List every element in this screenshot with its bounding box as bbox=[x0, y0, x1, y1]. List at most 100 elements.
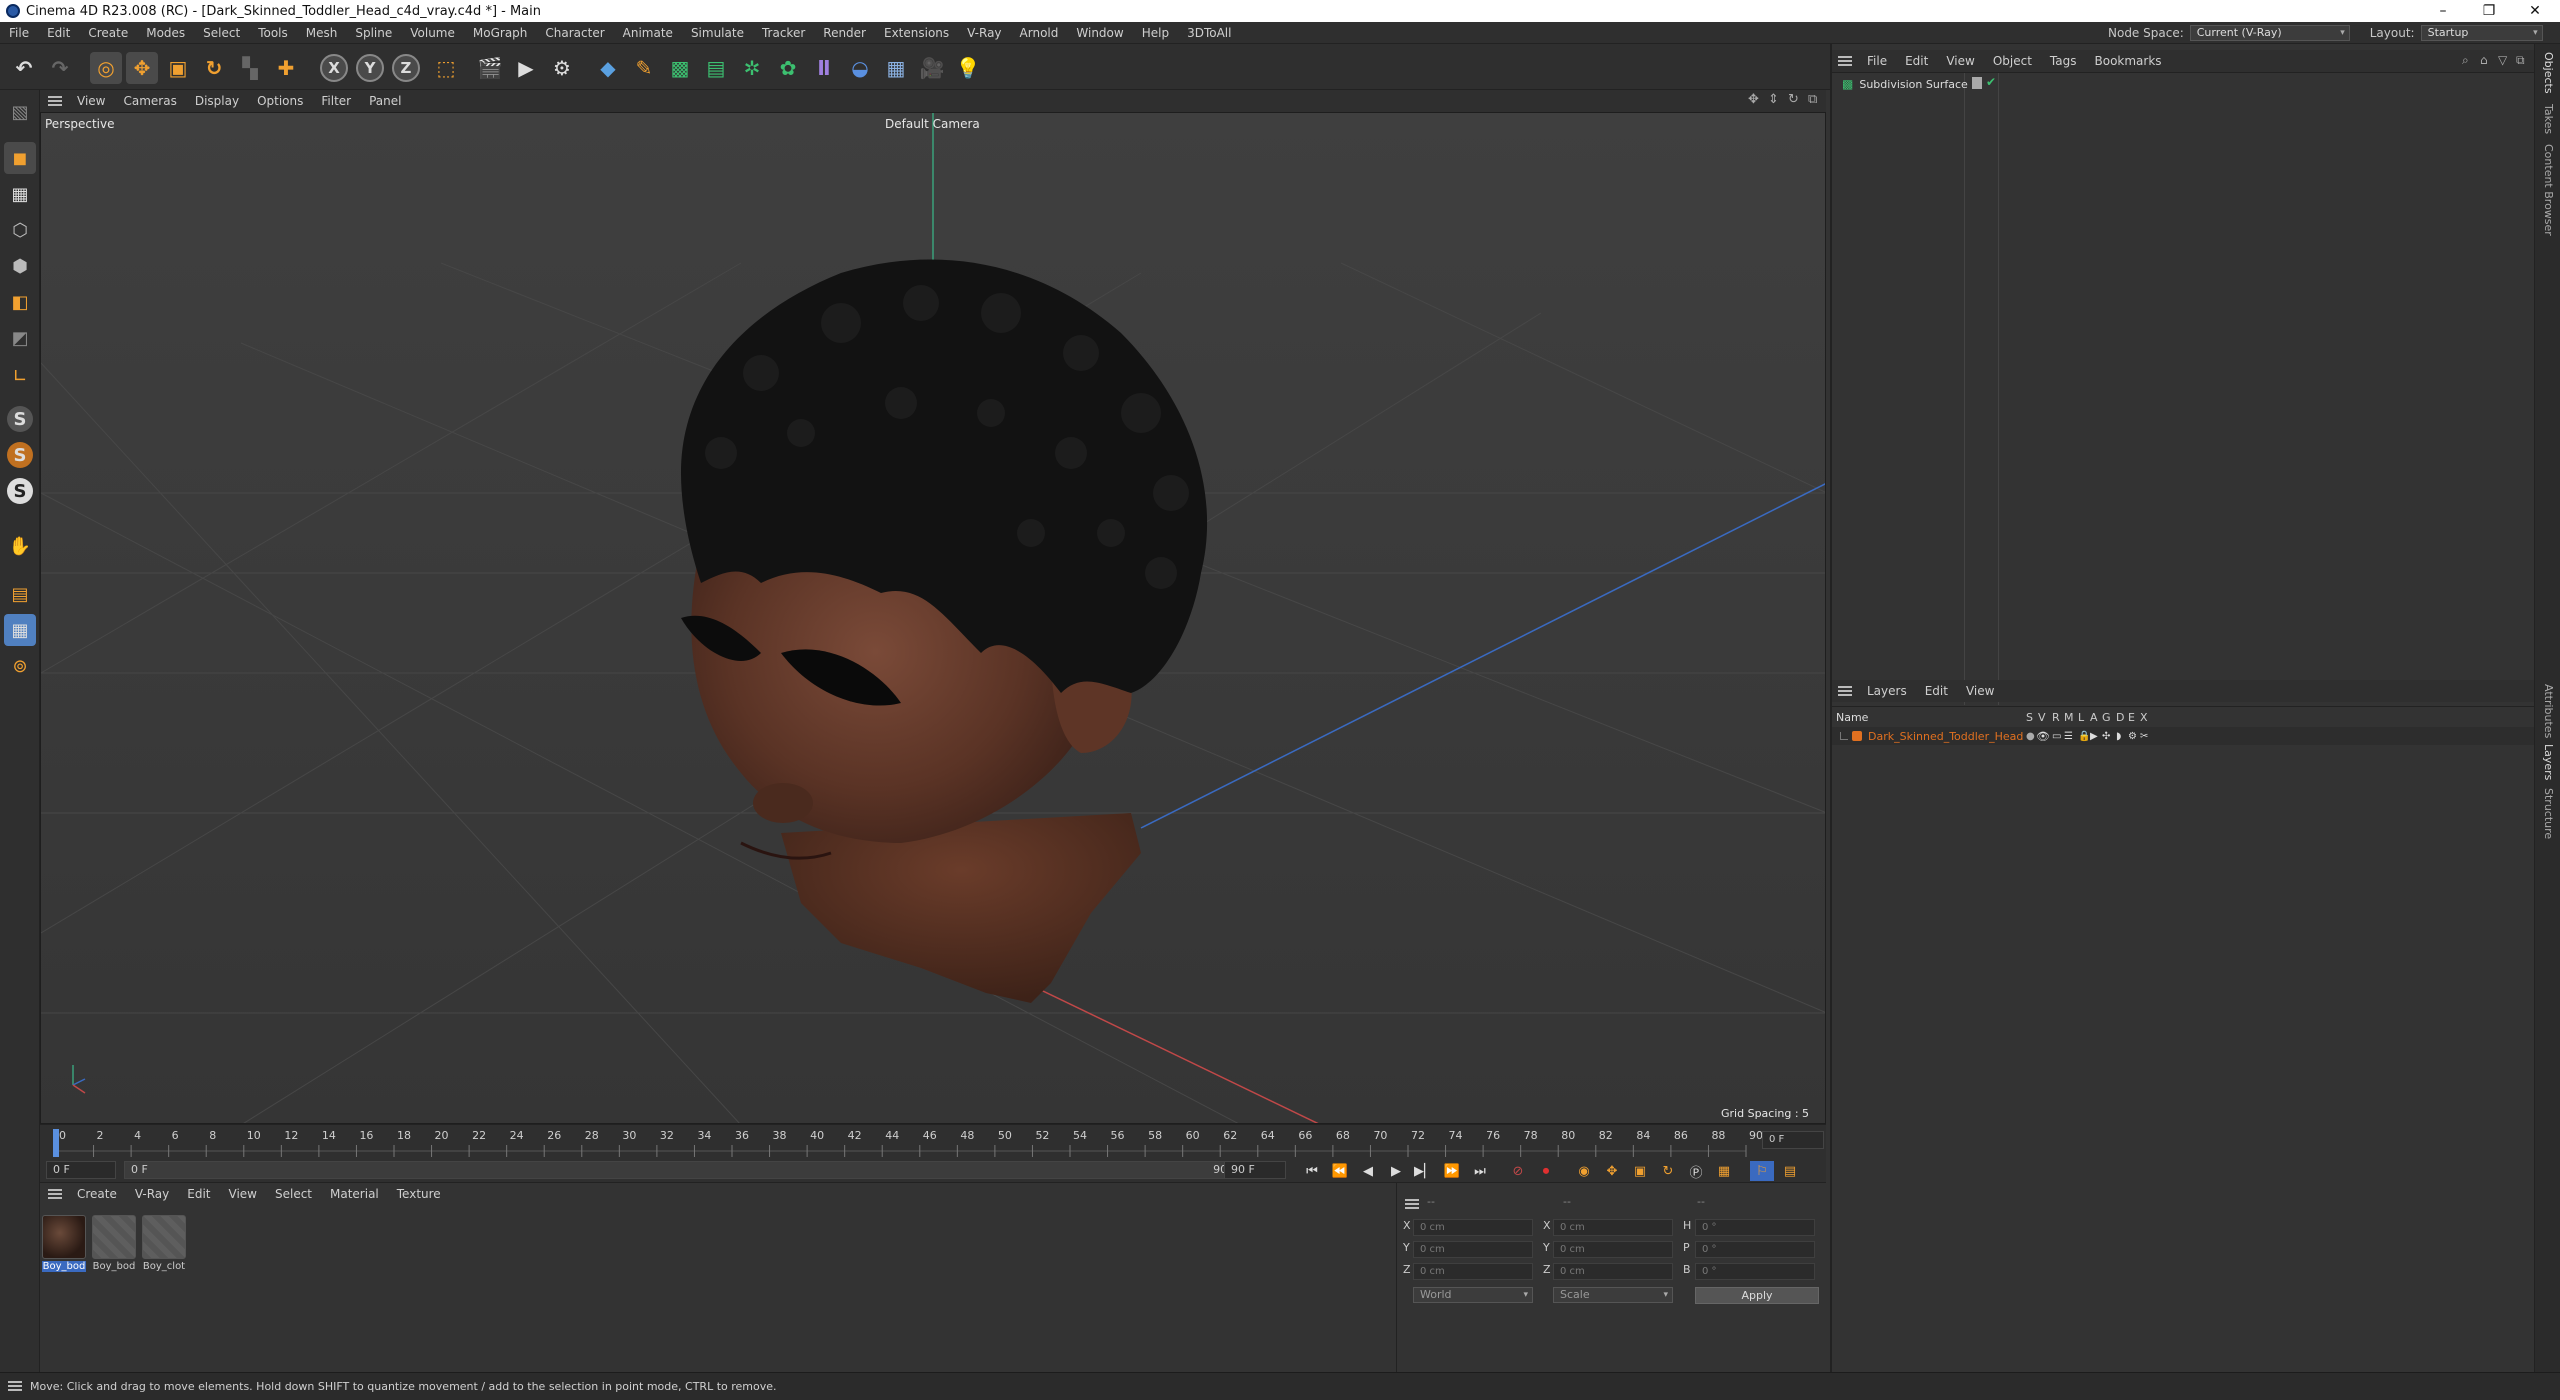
menu-help[interactable]: Help bbox=[1133, 26, 1178, 40]
menu-modes[interactable]: Modes bbox=[137, 26, 194, 40]
record-active-objects-icon[interactable]: ⊘ bbox=[1506, 1161, 1530, 1181]
tab-attributes[interactable]: Attributes bbox=[2542, 684, 2555, 738]
menu-extensions[interactable]: Extensions bbox=[875, 26, 958, 40]
maximize-button[interactable]: ❐ bbox=[2466, 0, 2512, 22]
new-window-icon[interactable]: ⧉ bbox=[2516, 53, 2525, 68]
lock-icon[interactable]: 🔒 bbox=[2078, 731, 2090, 742]
rot-h-field[interactable]: 0 ° bbox=[1695, 1219, 1815, 1236]
previous-key-icon[interactable]: ⏪ bbox=[1328, 1161, 1352, 1181]
objects-menu-icon[interactable] bbox=[1838, 56, 1852, 66]
add-tool-icon[interactable]: ✚ bbox=[270, 52, 302, 84]
axis-z-lock-button[interactable]: Z bbox=[392, 54, 420, 82]
objects-menu-file[interactable]: File bbox=[1858, 54, 1896, 68]
material-swatch[interactable]: Boy_clot bbox=[142, 1215, 186, 1275]
extrude-generator-icon[interactable]: ▤ bbox=[700, 52, 732, 84]
menu-mesh[interactable]: Mesh bbox=[297, 26, 347, 40]
axis-x-lock-button[interactable]: X bbox=[320, 54, 348, 82]
pos-x-field[interactable]: 0 cm bbox=[1413, 1219, 1533, 1236]
texture-mode-icon[interactable]: ▦ bbox=[4, 178, 36, 210]
size-mode-dropdown[interactable]: Scale ▾ bbox=[1553, 1287, 1673, 1303]
axis-mode-icon[interactable]: ∟ bbox=[4, 360, 36, 392]
tab-content-browser[interactable]: Content Browser bbox=[2542, 144, 2555, 236]
render-region-icon[interactable]: 🎬 bbox=[474, 52, 506, 84]
field-icon[interactable]: ◒ bbox=[844, 52, 876, 84]
material-menu-material[interactable]: Material bbox=[321, 1187, 388, 1201]
make-editable-icon[interactable]: ▧ bbox=[4, 96, 36, 128]
material-menu-create[interactable]: Create bbox=[68, 1187, 126, 1201]
key-position-icon[interactable]: ✥ bbox=[1600, 1161, 1624, 1181]
material-menu-edit[interactable]: Edit bbox=[178, 1187, 219, 1201]
coordinate-space-dropdown[interactable]: World ▾ bbox=[1413, 1287, 1533, 1303]
material-swatch[interactable]: Boy_bod bbox=[42, 1215, 86, 1275]
undo-icon[interactable]: ↶ bbox=[8, 52, 40, 84]
layers-menu-view[interactable]: View bbox=[1957, 684, 2003, 698]
render-settings-icon[interactable]: ⚙ bbox=[546, 52, 578, 84]
fracture-icon[interactable]: ✿ bbox=[772, 52, 804, 84]
material-menu-select[interactable]: Select bbox=[266, 1187, 321, 1201]
3d-viewport[interactable]: Perspective Default Camera Grid Spacing … bbox=[40, 112, 1826, 1124]
viewport-zoom-icon[interactable]: ⇕ bbox=[1768, 92, 1779, 107]
viewport-rotate-icon[interactable]: ↻ bbox=[1788, 92, 1799, 107]
flag-generators-header[interactable]: G bbox=[2102, 711, 2111, 724]
move-tool-icon[interactable]: ✥ bbox=[126, 52, 158, 84]
material-menu-texture[interactable]: Texture bbox=[388, 1187, 450, 1201]
viewport-menu-cameras[interactable]: Cameras bbox=[114, 94, 185, 108]
cube-object-icon[interactable]: ◆ bbox=[592, 52, 624, 84]
objects-menu-object[interactable]: Object bbox=[1984, 54, 2041, 68]
locked-workplane-icon[interactable]: ▦ bbox=[4, 614, 36, 646]
view-eye-icon[interactable]: 👁 bbox=[2036, 730, 2050, 743]
viewport-menu-filter[interactable]: Filter bbox=[312, 94, 360, 108]
key-parameter-icon[interactable]: Ⓟ bbox=[1684, 1161, 1708, 1181]
menu-select[interactable]: Select bbox=[194, 26, 249, 40]
pen-spline-icon[interactable]: ✎ bbox=[628, 52, 660, 84]
key-rotation-icon[interactable]: ↻ bbox=[1656, 1161, 1680, 1181]
viewport-menu-view[interactable]: View bbox=[68, 94, 114, 108]
next-frame-icon[interactable]: ▶▏ bbox=[1412, 1161, 1436, 1181]
object-list[interactable]: ▩ Subdivision Surface ✔ bbox=[1832, 72, 2534, 705]
xref-icon[interactable]: ✂ bbox=[2140, 731, 2148, 742]
apply-button[interactable]: Apply bbox=[1695, 1287, 1819, 1304]
rot-b-field[interactable]: 0 ° bbox=[1695, 1263, 1815, 1280]
menu-mograph[interactable]: MoGraph bbox=[464, 26, 537, 40]
search-icon[interactable]: ⌕ bbox=[2462, 53, 2469, 68]
menu-tracker[interactable]: Tracker bbox=[753, 26, 814, 40]
flag-animation-header[interactable]: A bbox=[2090, 711, 2098, 724]
menu-create[interactable]: Create bbox=[79, 26, 137, 40]
play-forward-icon[interactable]: ▶ bbox=[1384, 1161, 1408, 1181]
size-x-field[interactable]: 0 cm bbox=[1553, 1219, 1673, 1236]
scale-tool-icon[interactable]: ▣ bbox=[162, 52, 194, 84]
enabled-checkmark-icon[interactable]: ✔ bbox=[1986, 75, 1996, 89]
model-mode-icon[interactable]: ◼ bbox=[4, 142, 36, 174]
objects-menu-tags[interactable]: Tags bbox=[2041, 54, 2086, 68]
flag-render-header[interactable]: R bbox=[2052, 711, 2060, 724]
layer-row[interactable]: Dark_Skinned_Toddler_Head ● 👁 ▭ ☰ 🔒 ▶ ✣ … bbox=[1832, 727, 2534, 745]
coordinates-menu-icon[interactable] bbox=[1405, 1199, 1419, 1209]
timeline-ruler[interactable]: 0 2 4 6 8 10 12 14 16 18 20 22 24 26 28 30 32 34 36 38 40 42 4… bbox=[40, 1124, 1826, 1162]
deformer-icon[interactable]: ◗ bbox=[2116, 731, 2121, 742]
rotate-tool-icon[interactable]: ↻ bbox=[198, 52, 230, 84]
tab-layers[interactable]: Layers bbox=[2542, 744, 2555, 780]
object-name[interactable]: Subdivision Surface bbox=[1859, 78, 1967, 91]
object-row[interactable]: ▩ Subdivision Surface ✔ bbox=[1832, 75, 2534, 93]
flag-locked-header[interactable]: L bbox=[2078, 711, 2084, 724]
material-swatch[interactable]: Boy_bod bbox=[92, 1215, 136, 1275]
camera-object-icon[interactable]: 🎥 bbox=[916, 52, 948, 84]
planar-workplane-icon[interactable]: ⊚ bbox=[4, 650, 36, 682]
uv-mode-icon[interactable]: ◩ bbox=[4, 322, 36, 354]
tab-structure[interactable]: Structure bbox=[2542, 788, 2555, 839]
snap-settings-icon[interactable]: S bbox=[7, 478, 33, 504]
go-to-start-icon[interactable]: ⏮ bbox=[1300, 1161, 1324, 1181]
menu-file[interactable]: File bbox=[0, 26, 38, 40]
next-key-icon[interactable]: ⏩ bbox=[1440, 1161, 1464, 1181]
floor-object-icon[interactable]: ▦ bbox=[880, 52, 912, 84]
edges-mode-icon[interactable]: ⬢ bbox=[4, 250, 36, 282]
autokeying-icon[interactable]: ⏺ bbox=[1534, 1161, 1558, 1181]
workplane-icon[interactable]: ▤ bbox=[4, 578, 36, 610]
snap-enable-icon[interactable]: S bbox=[7, 442, 33, 468]
expression-icon[interactable]: ⚙ bbox=[2128, 731, 2137, 742]
mograph-cloner-icon[interactable]: ✲ bbox=[736, 52, 768, 84]
redo-icon[interactable]: ↷ bbox=[44, 52, 76, 84]
camera-name-label[interactable]: Default Camera bbox=[885, 117, 980, 131]
viewport-menu-display[interactable]: Display bbox=[186, 94, 248, 108]
menu-arnold[interactable]: Arnold bbox=[1011, 26, 1068, 40]
